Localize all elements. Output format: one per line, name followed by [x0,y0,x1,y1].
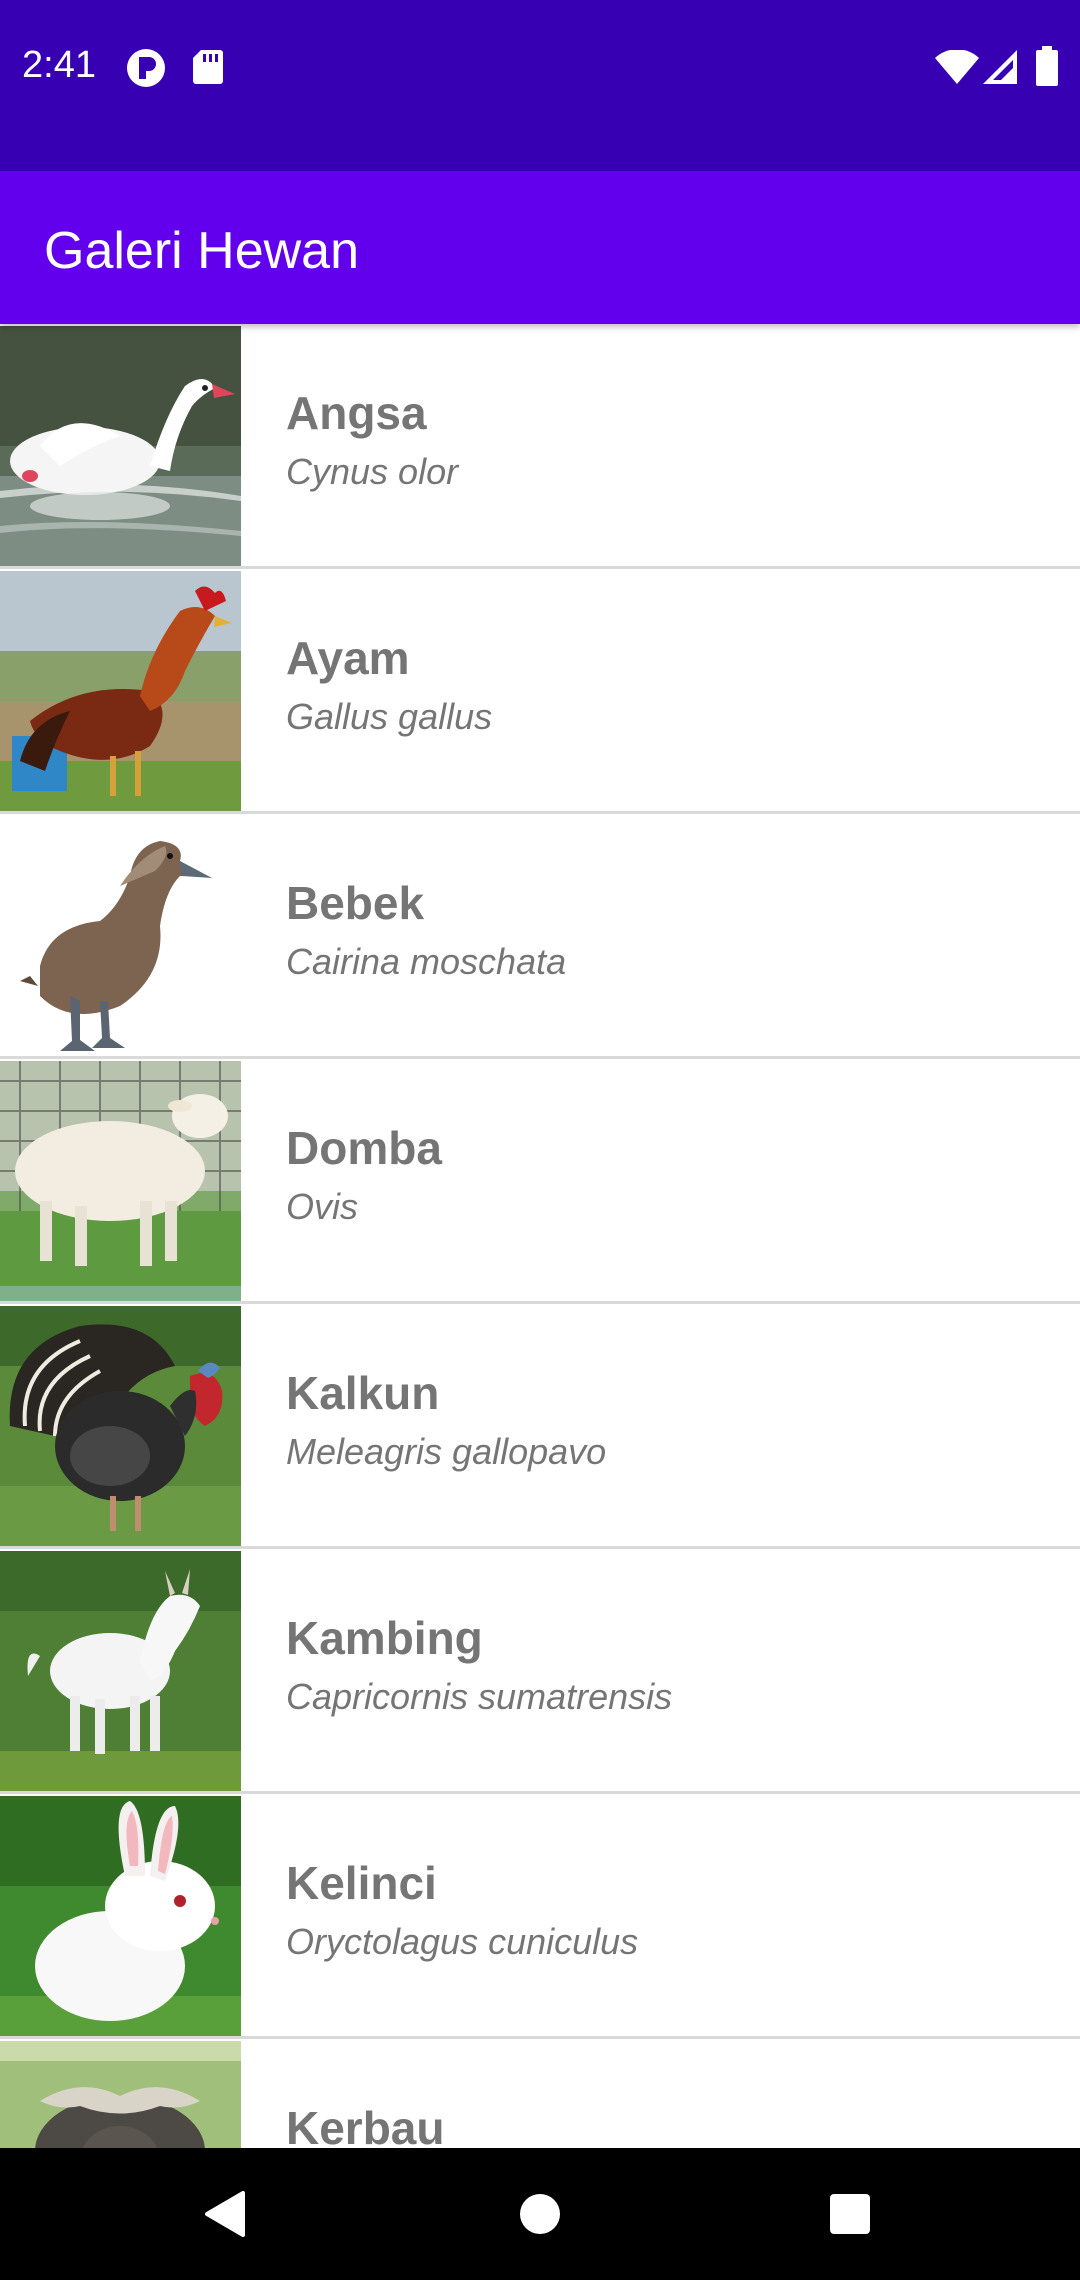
animal-latin-name: Cairina moschata [286,941,567,982]
back-icon [205,2191,245,2237]
status-time: 2:41 [22,44,96,86]
animal-name: Kalkun [286,1367,440,1419]
duck-photo [0,816,241,1056]
recents-button[interactable] [780,2148,920,2280]
battery-icon [1036,46,1058,91]
goat-photo [0,1551,241,1791]
animal-latin-name: Capricornis sumatrensis [286,1676,673,1717]
status-bar: 2:41 [0,0,1080,171]
turkey-photo [0,1306,241,1546]
swan-photo [0,326,241,566]
app-bar: Galeri Hewan [0,171,1080,324]
animal-latin-name: Meleagris gallopavo [286,1431,607,1472]
app-title: Galeri Hewan [44,222,360,280]
animal-latin-name: Cynus olor [286,451,459,492]
list-item-ayam[interactable]: Ayam Gallus gallus [0,569,1080,814]
navigation-bar [0,2148,1080,2280]
animal-name: Kambing [286,1612,483,1664]
home-button[interactable] [470,2148,610,2280]
animal-name: Domba [286,1122,442,1174]
animal-name: Kerbau [286,2102,445,2148]
cell-signal-icon [983,50,1017,89]
screen: 2:41 Galeri Hewan Angsa Cynus olor Ayam … [0,0,1080,2280]
animal-name: Angsa [286,387,427,439]
animal-name: Bebek [286,877,425,929]
sheep-photo [0,1061,241,1301]
animal-latin-name: Gallus gallus [286,696,493,737]
list-item-domba[interactable]: Domba Ovis [0,1059,1080,1304]
animal-list[interactable]: Angsa Cynus olor Ayam Gallus gallus Bebe… [0,324,1080,2148]
list-item-kambing[interactable]: Kambing Capricornis sumatrensis [0,1549,1080,1794]
rooster-photo [0,571,241,811]
list-item-kalkun[interactable]: Kalkun Meleagris gallopavo [0,1304,1080,1549]
back-button[interactable] [155,2148,295,2280]
wifi-icon [935,49,979,89]
list-item-kelinci[interactable]: Kelinci Oryctolagus cuniculus [0,1794,1080,2039]
rabbit-photo [0,1796,241,2036]
animal-latin-name: Oryctolagus cuniculus [286,1921,639,1962]
buffalo-photo [0,2041,241,2148]
animal-name: Kelinci [286,1857,437,1909]
animal-latin-name: Ovis [286,1186,358,1227]
list-item-angsa[interactable]: Angsa Cynus olor [0,324,1080,569]
recents-icon [830,2194,870,2234]
list-item-kerbau[interactable]: Kerbau [0,2039,1080,2148]
animal-name: Ayam [286,632,410,684]
sd-card-icon [193,50,223,89]
list-item-bebek[interactable]: Bebek Cairina moschata [0,814,1080,1059]
home-icon [520,2194,560,2234]
notification-p-icon [126,48,166,93]
